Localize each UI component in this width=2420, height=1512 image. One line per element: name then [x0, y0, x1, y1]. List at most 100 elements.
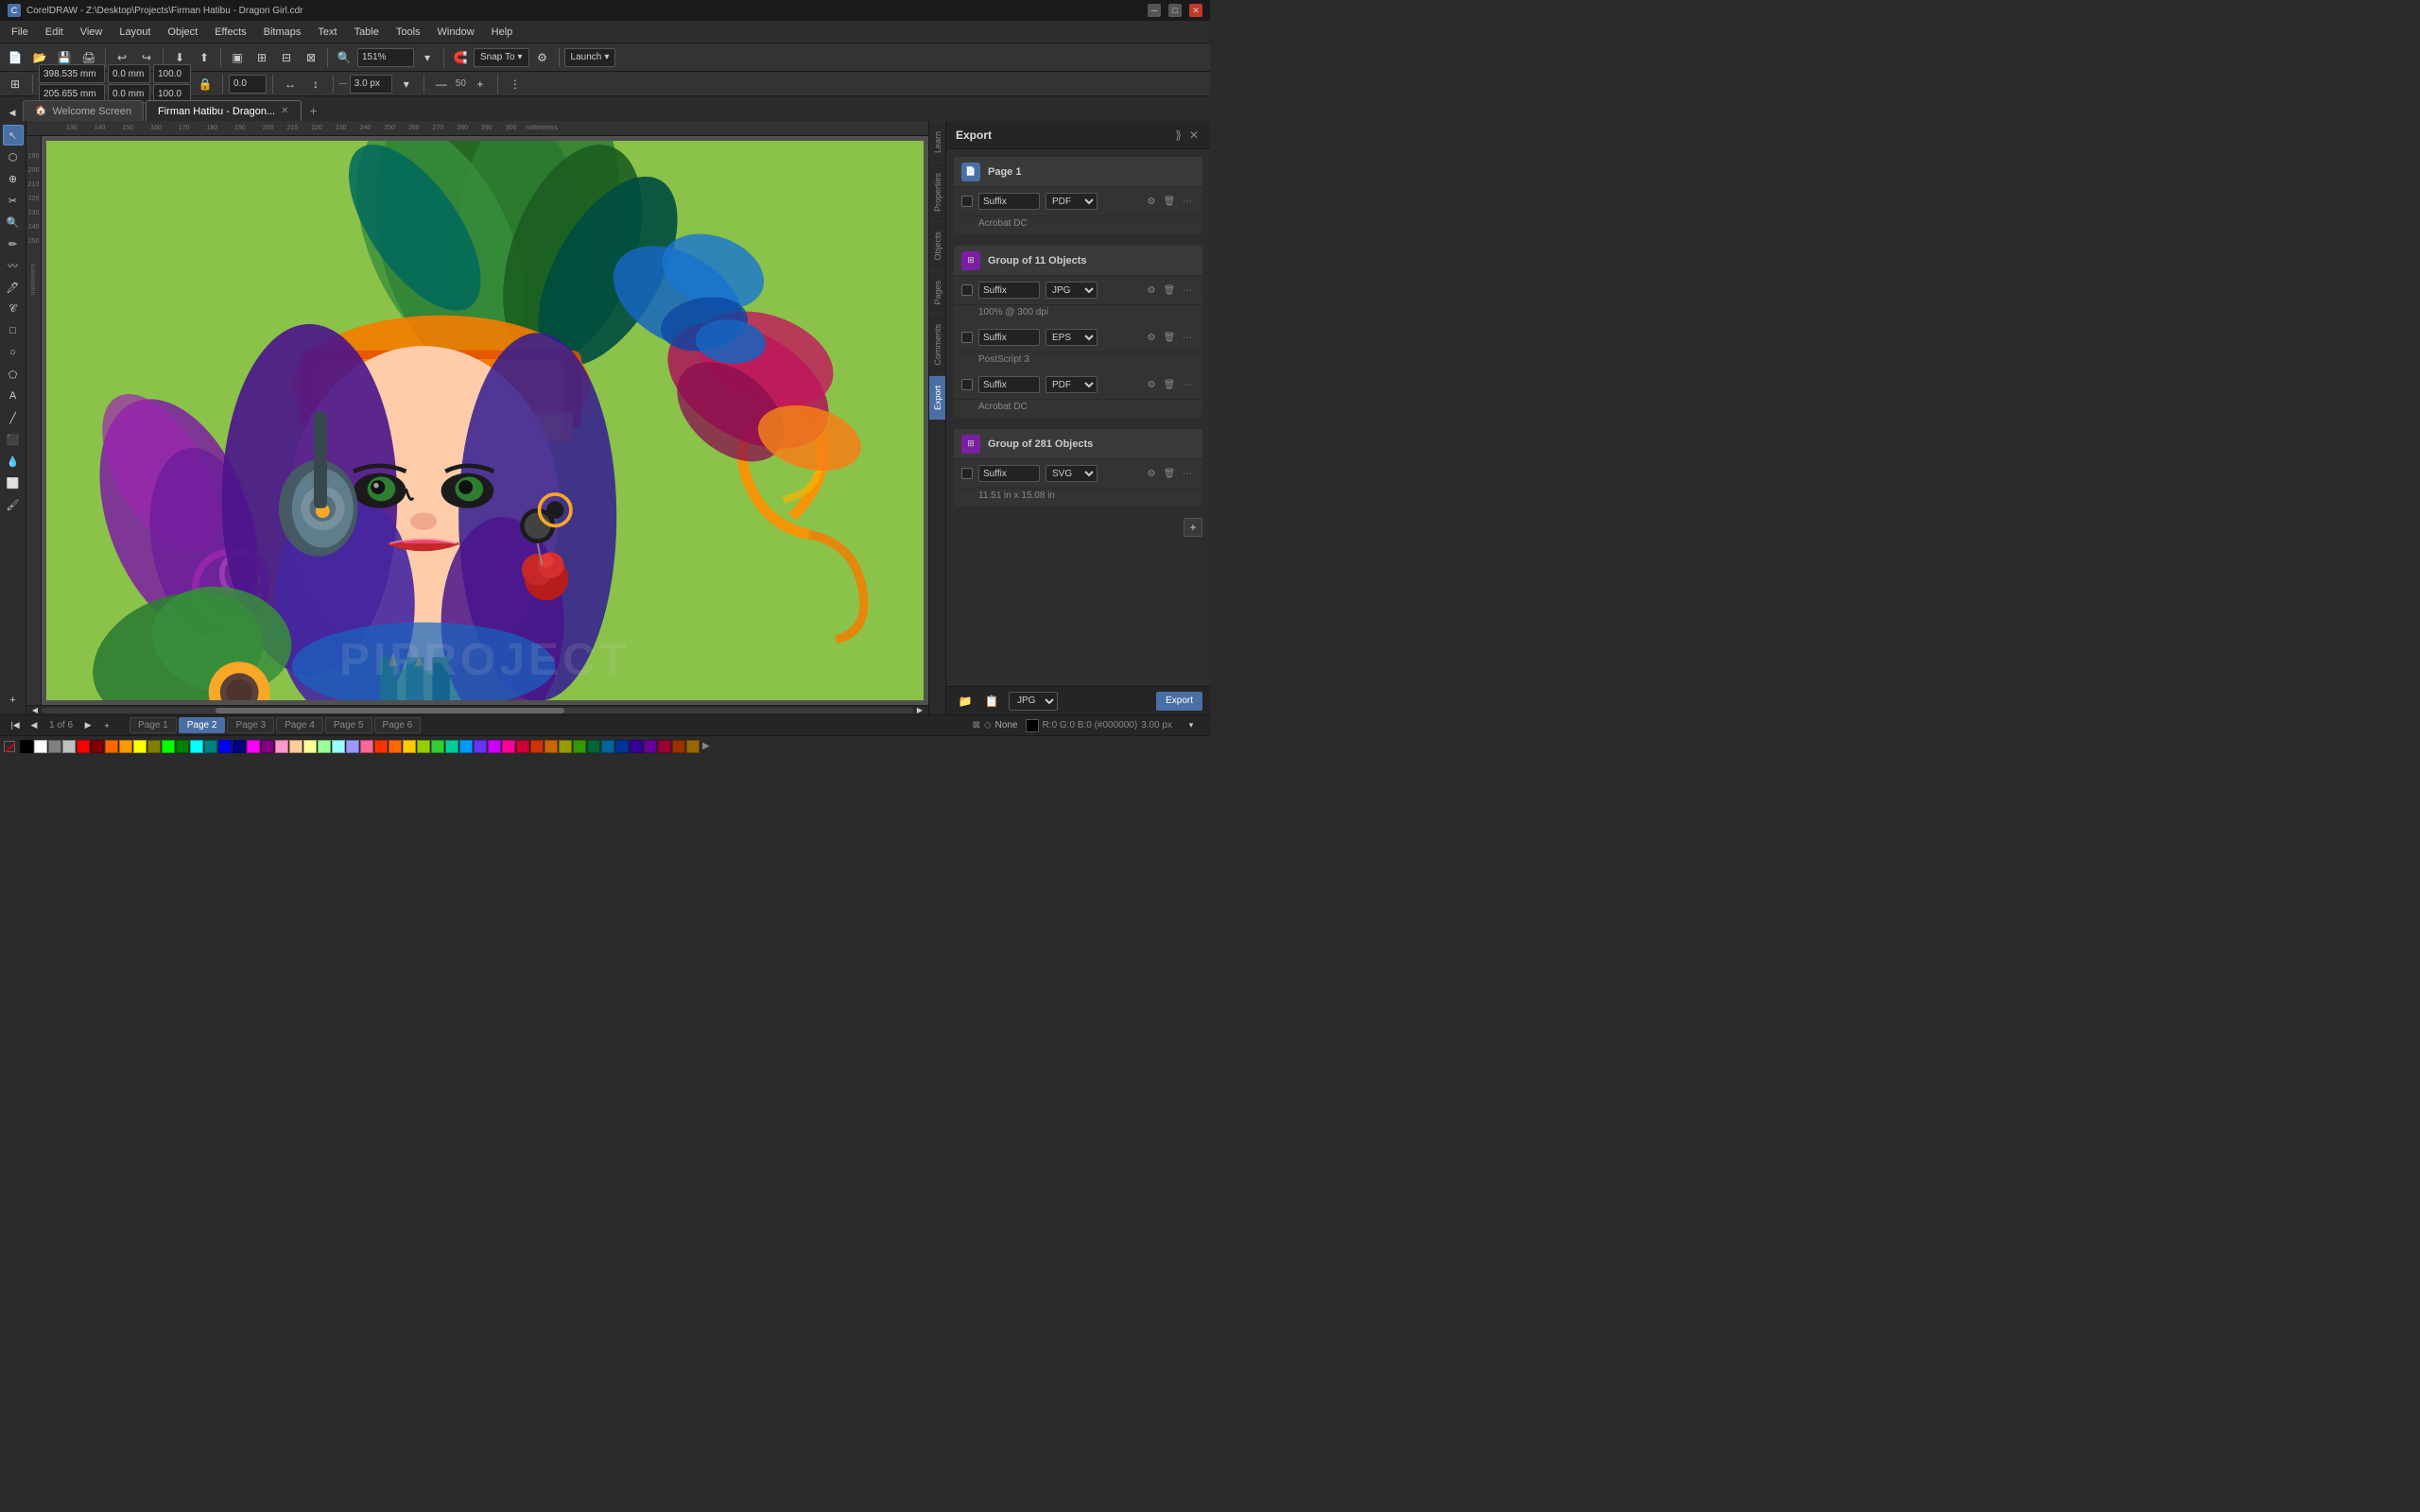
color-swatch[interactable]: [105, 740, 118, 753]
smart-draw-tool[interactable]: 〰: [3, 255, 24, 276]
color-swatch[interactable]: [176, 740, 189, 753]
color-swatch[interactable]: [62, 740, 76, 753]
group2-svg-settings-btn[interactable]: ⚙: [1144, 466, 1159, 481]
prev-page-btn[interactable]: ◀: [26, 718, 42, 733]
page1-pdf-suffix[interactable]: [978, 193, 1040, 210]
page-tab-4[interactable]: Page 4: [276, 717, 323, 733]
add-export-item-btn[interactable]: +: [1184, 518, 1202, 537]
color-swatch[interactable]: [261, 740, 274, 753]
canvas-area[interactable]: PIPROJECT: [42, 136, 928, 705]
menu-tools[interactable]: Tools: [389, 25, 428, 40]
color-swatch[interactable]: [630, 740, 643, 753]
color-swatch[interactable]: [190, 740, 203, 753]
group1-jpg-checkbox[interactable]: [961, 284, 973, 296]
line-width-dropdown[interactable]: ▾: [395, 73, 418, 95]
group1-pdf-format[interactable]: PDFJPGPNGEPSSVG: [1046, 376, 1098, 393]
mirror-h-btn[interactable]: ↔: [279, 73, 302, 95]
w-scale-input[interactable]: [153, 64, 191, 83]
tab-document[interactable]: Firman Hatibu - Dragon... ✕: [146, 100, 302, 121]
ellipse-tool[interactable]: ○: [3, 342, 24, 363]
menu-text[interactable]: Text: [310, 25, 344, 40]
paint-tool[interactable]: 🖌: [3, 494, 24, 515]
first-page-btn[interactable]: |◀: [8, 718, 23, 733]
side-tab-objects[interactable]: Objects: [929, 221, 945, 270]
menu-object[interactable]: Object: [160, 25, 205, 40]
side-tab-export[interactable]: Export: [929, 375, 945, 420]
color-swatch[interactable]: [686, 740, 700, 753]
color-swatch[interactable]: [658, 740, 671, 753]
group1-pdf-delete-btn[interactable]: 🗑: [1162, 377, 1177, 392]
add-tool-btn[interactable]: +: [3, 690, 24, 711]
scroll-thumb[interactable]: [216, 708, 564, 713]
angle-input[interactable]: [229, 75, 267, 94]
group2-svg-format[interactable]: SVGJPGPDFPNGEPS: [1046, 465, 1098, 482]
expand-panels-btn[interactable]: ⟫: [1173, 129, 1184, 142]
group2-svg-delete-btn[interactable]: 🗑: [1162, 466, 1177, 481]
rectangle-tool[interactable]: □: [3, 320, 24, 341]
select-all-btn[interactable]: ⊞: [4, 73, 26, 95]
export-folder-btn[interactable]: 📁: [954, 690, 977, 713]
zoom-dropdown[interactable]: ▾: [416, 46, 439, 69]
color-swatch[interactable]: [672, 740, 685, 753]
scroll-right-btn[interactable]: ▶: [913, 707, 926, 714]
color-swatch[interactable]: [601, 740, 614, 753]
color-swatch[interactable]: [303, 740, 317, 753]
group1-eps-more-btn[interactable]: ⋯: [1180, 330, 1195, 345]
page-tab-2[interactable]: Page 2: [179, 717, 226, 733]
group1-jpg-settings-btn[interactable]: ⚙: [1144, 283, 1159, 298]
next-page-btn[interactable]: ▶: [80, 718, 95, 733]
pen-tool[interactable]: 🖊: [3, 277, 24, 298]
x-input[interactable]: [39, 64, 105, 83]
menu-bitmaps[interactable]: Bitmaps: [256, 25, 309, 40]
zoom-input[interactable]: [357, 48, 414, 67]
color-swatch[interactable]: [573, 740, 586, 753]
group1-eps-suffix[interactable]: [978, 329, 1040, 346]
add-page-btn[interactable]: +: [99, 718, 114, 733]
side-tab-properties[interactable]: Properties: [929, 163, 945, 221]
page-tab-1[interactable]: Page 1: [130, 717, 177, 733]
menu-file[interactable]: File: [4, 25, 36, 40]
color-swatch[interactable]: [332, 740, 345, 753]
color-swatch[interactable]: [559, 740, 572, 753]
launch-btn[interactable]: Launch ▾: [564, 48, 616, 67]
page1-pdf-format[interactable]: PDFJPGPNGEPSSVG: [1046, 193, 1098, 210]
side-tab-pages[interactable]: Pages: [929, 270, 945, 315]
tab-welcome[interactable]: 🏠 Welcome Screen: [23, 100, 144, 121]
color-swatch[interactable]: [318, 740, 331, 753]
group1-pdf-checkbox[interactable]: [961, 379, 973, 390]
color-swatch[interactable]: [346, 740, 359, 753]
mirror-v-btn[interactable]: ↕: [304, 73, 327, 95]
export-format-select[interactable]: JPGPDFPNGSVGEPS: [1009, 692, 1058, 711]
tab-close-icon[interactable]: ✕: [281, 106, 288, 116]
page-tab-3[interactable]: Page 3: [227, 717, 274, 733]
group1-jpg-more-btn[interactable]: ⋯: [1180, 283, 1195, 298]
lock-ratio-btn[interactable]: 🔒: [194, 73, 216, 95]
color-swatch[interactable]: [133, 740, 147, 753]
crop-tool[interactable]: ✂: [3, 190, 24, 211]
eyedropper-tool[interactable]: 💧: [3, 451, 24, 472]
view2-btn[interactable]: ⊞: [251, 46, 273, 69]
group2-svg-more-btn[interactable]: ⋯: [1180, 466, 1195, 481]
settings-btn[interactable]: ⚙: [531, 46, 554, 69]
color-swatch[interactable]: [544, 740, 558, 753]
more-options-btn[interactable]: ⋮: [504, 73, 527, 95]
menu-layout[interactable]: Layout: [112, 25, 158, 40]
close-panel-btn[interactable]: ✕: [1187, 129, 1201, 142]
no-fill-btn[interactable]: [4, 741, 15, 752]
menu-window[interactable]: Window: [430, 25, 482, 40]
tab-scroll-left[interactable]: ◀: [4, 104, 21, 121]
color-swatch[interactable]: [275, 740, 288, 753]
menu-help[interactable]: Help: [484, 25, 521, 40]
color-swatch[interactable]: [445, 740, 458, 753]
transform-tool[interactable]: ⊕: [3, 168, 24, 189]
line-width-input[interactable]: [350, 75, 392, 94]
color-swatch[interactable]: [48, 740, 61, 753]
zoom-in-btn[interactable]: 🔍: [333, 46, 355, 69]
view3-btn[interactable]: ⊟: [275, 46, 298, 69]
opacity-minus-btn[interactable]: —: [430, 73, 453, 95]
color-swatch[interactable]: [644, 740, 657, 753]
color-swatch[interactable]: [502, 740, 515, 753]
color-swatch[interactable]: [289, 740, 302, 753]
group1-jpg-format[interactable]: JPGPDFPNGEPSSVG: [1046, 282, 1098, 299]
text-tool[interactable]: A: [3, 386, 24, 406]
